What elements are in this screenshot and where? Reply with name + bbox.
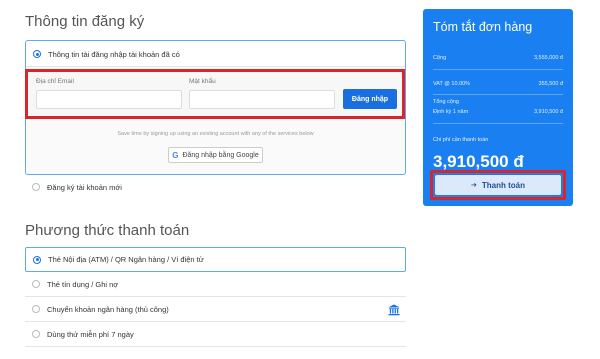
password-label: Mật khẩu <box>189 78 216 85</box>
summary-divider <box>433 94 563 95</box>
payment-method-label: Dùng thử miễn phí 7 ngày <box>47 329 134 339</box>
payment-method-label: Chuyển khoản ngân hàng (thủ công) <box>47 304 169 314</box>
payment-radio[interactable] <box>33 255 41 264</box>
amount-due-label: Chi phí cần thanh toán <box>433 137 489 143</box>
new-account-option[interactable]: Đăng ký tài khoản mới <box>25 177 406 197</box>
payment-method-label: Thẻ Nội địa (ATM) / QR Ngân hàng / Ví đi… <box>48 255 204 264</box>
login-button[interactable]: Đăng nhập <box>343 89 397 109</box>
payment-method-domestic-card[interactable]: Thẻ Nội địa (ATM) / QR Ngân hàng / Ví đi… <box>25 247 406 272</box>
payment-method-bank-transfer[interactable]: Chuyển khoản ngân hàng (thủ công) <box>25 297 406 322</box>
checkout-button[interactable]: ➔ Thanh toán <box>435 175 561 195</box>
subtotal-value: 3,555,000 đ <box>533 55 563 61</box>
period-row: Định kỳ 1 năm 3,910,500 đ <box>433 109 563 115</box>
bank-icon <box>388 304 400 318</box>
payment-radio[interactable] <box>32 330 40 338</box>
payment-method-free-trial[interactable]: Dùng thử miễn phí 7 ngày <box>25 322 406 347</box>
vat-label: VAT @ 10.00% <box>433 81 471 87</box>
payment-radio[interactable] <box>32 305 40 313</box>
checkout-label: Thanh toán <box>481 180 525 190</box>
order-summary-title: Tóm tắt đơn hàng <box>433 20 533 34</box>
email-field[interactable] <box>36 90 182 109</box>
vat-row: VAT @ 10.00% 355,500 đ <box>433 81 563 87</box>
payment-method-credit-card[interactable]: Thẻ tín dụng / Ghi nợ <box>25 272 406 297</box>
period-label: Định kỳ 1 năm <box>433 109 469 115</box>
checkout-highlight: ➔ Thanh toán <box>430 170 566 200</box>
google-icon: G <box>172 150 179 160</box>
subtotal-row: Cộng 3,555,000 đ <box>433 55 563 61</box>
existing-account-option[interactable]: Thông tin tài đăng nhập tài khoản đã có <box>26 47 405 61</box>
new-account-radio[interactable] <box>32 183 40 191</box>
summary-divider <box>433 69 563 70</box>
summary-divider <box>433 123 563 124</box>
social-login-hint: Save time by signing up using an existin… <box>117 131 314 137</box>
vat-value: 355,500 đ <box>538 81 563 87</box>
subtotal-label: Cộng <box>433 55 447 61</box>
google-login-label: Đăng nhập bằng Google <box>182 151 259 159</box>
period-value: 3,910,500 đ <box>533 109 563 115</box>
login-form: Địa chỉ Email Mật khẩu Đăng nhập <box>25 69 405 119</box>
registration-title: Thông tin đăng ký <box>25 13 145 30</box>
arrow-right-icon: ➔ <box>471 182 477 189</box>
payment-title: Phương thức thanh toán <box>25 222 190 239</box>
existing-account-label: Thông tin tài đăng nhập tài khoản đã có <box>48 49 180 59</box>
payment-method-label: Thẻ tín dụng / Ghi nợ <box>47 279 119 289</box>
email-label: Địa chỉ Email <box>36 78 74 85</box>
new-account-label: Đăng ký tài khoản mới <box>47 182 122 192</box>
total-label: Tổng cộng <box>433 99 459 105</box>
payment-method-list: Thẻ Nội địa (ATM) / QR Ngân hàng / Ví đi… <box>25 247 406 347</box>
existing-account-radio[interactable] <box>33 50 41 58</box>
password-field[interactable] <box>189 90 335 109</box>
payment-radio[interactable] <box>32 280 40 288</box>
google-login-button[interactable]: G Đăng nhập bằng Google <box>168 147 263 163</box>
amount-due-value: 3,910,500 đ <box>433 152 524 171</box>
